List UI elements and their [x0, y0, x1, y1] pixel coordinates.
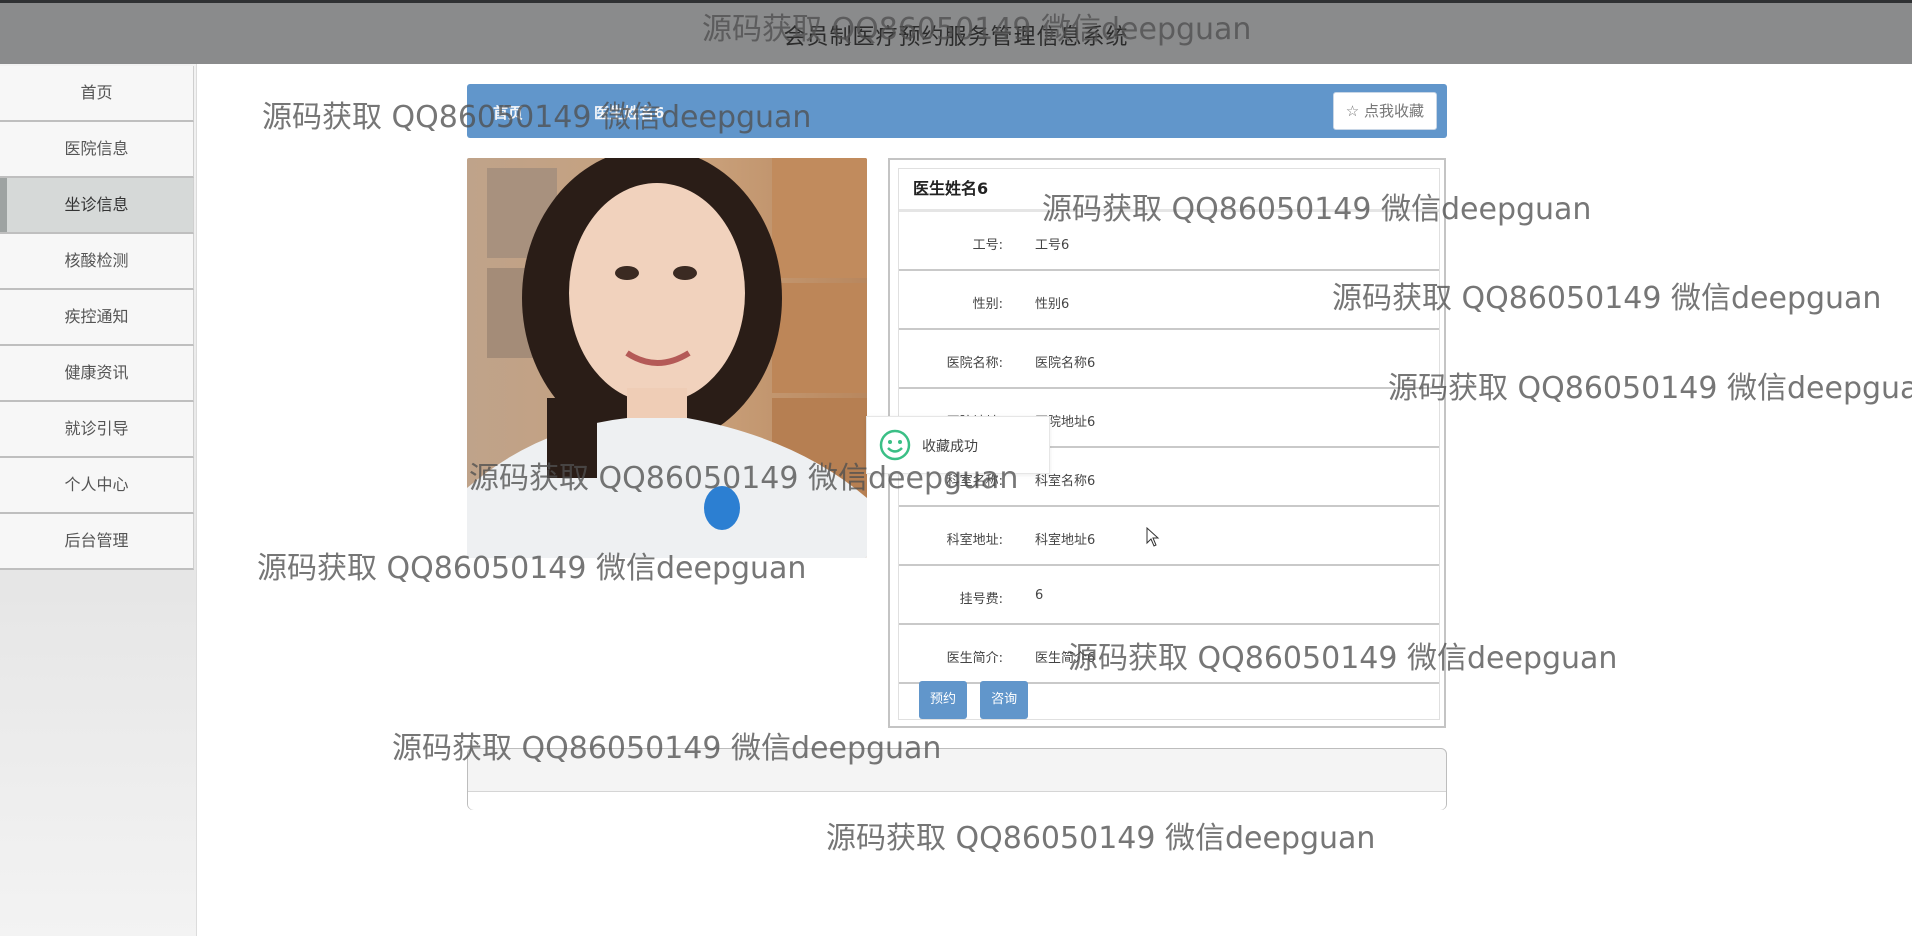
breadcrumb: 首页 医生姓名6 ☆ 点我收藏 — [467, 84, 1447, 138]
detail-value: 医院名称6 — [1035, 356, 1096, 371]
toast-message: 收藏成功 — [866, 416, 1050, 474]
watermark: 源码获取 QQ86050149 微信deepguan — [1388, 371, 1912, 406]
sidebar-item-home[interactable]: 首页 — [0, 66, 194, 122]
detail-row-gender: 性别: 性别6 — [899, 271, 1439, 330]
detail-value: 科室地址6 — [1035, 533, 1096, 548]
bottom-panel — [467, 748, 1447, 810]
favorite-button-label: 点我收藏 — [1363, 102, 1424, 120]
breadcrumb-home[interactable]: 首页 — [493, 102, 523, 123]
smile-icon — [879, 429, 911, 465]
sidebar-item-clinic-schedule[interactable]: 坐诊信息 — [0, 178, 194, 234]
breadcrumb-current: 医生姓名6 — [594, 104, 665, 122]
doctor-photo — [467, 158, 867, 558]
sidebar-item-health-news[interactable]: 健康资讯 — [0, 346, 194, 402]
sidebar-menu: 首页 医院信息 坐诊信息 核酸检测 疾控通知 健康资讯 就诊引导 个人中心 后台… — [0, 66, 194, 570]
detail-value: 医生简介6 — [1035, 651, 1096, 666]
detail-row-registration-fee: 挂号费: 6 — [899, 566, 1439, 625]
sidebar-item-admin[interactable]: 后台管理 — [0, 514, 194, 570]
watermark: 源码获取 QQ86050149 微信deepguan — [826, 821, 1376, 856]
toast-text: 收藏成功 — [922, 439, 978, 455]
book-button[interactable]: 预约 — [919, 681, 967, 719]
consult-button[interactable]: 咨询 — [980, 681, 1029, 719]
detail-key: 性别: — [972, 297, 1003, 312]
top-header: 会员制医疗预约服务管理信息系统 — [0, 0, 1912, 64]
detail-value: 性别6 — [1035, 297, 1070, 312]
detail-key: 挂号费: — [959, 592, 1003, 607]
detail-key: 工号: — [972, 238, 1003, 253]
mouse-cursor-icon — [1146, 526, 1160, 551]
system-title: 会员制医疗预约服务管理信息系统 — [783, 25, 1129, 50]
detail-row-introduction: 医生简介: 医生简介6 — [899, 625, 1439, 684]
favorite-button[interactable]: ☆ 点我收藏 — [1332, 92, 1437, 130]
star-outline-icon: ☆ — [1345, 102, 1360, 120]
detail-row-id: 工号: 工号6 — [899, 212, 1439, 271]
bottom-panel-body — [468, 791, 1446, 810]
detail-value: 6 — [1035, 588, 1044, 603]
sidebar-item-personal-center[interactable]: 个人中心 — [0, 458, 194, 514]
sidebar-item-hospital-info[interactable]: 医院信息 — [0, 122, 194, 178]
detail-key: 医生简介: — [946, 651, 1003, 666]
detail-key: 医院名称: — [946, 356, 1003, 371]
sidebar-item-cdc-notice[interactable]: 疾控通知 — [0, 290, 194, 346]
sidebar: 首页 医院信息 坐诊信息 核酸检测 疾控通知 健康资讯 就诊引导 个人中心 后台… — [0, 64, 197, 936]
sidebar-item-visit-guide[interactable]: 就诊引导 — [0, 402, 194, 458]
sidebar-item-nucleic-test[interactable]: 核酸检测 — [0, 234, 194, 290]
detail-row-hospital-name: 医院名称: 医院名称6 — [899, 330, 1439, 389]
detail-key: 科室地址: — [946, 533, 1003, 548]
action-bar: 预约 咨询 — [919, 681, 1036, 719]
detail-row-department-address: 科室地址: 科室地址6 — [899, 507, 1439, 566]
doctor-name: 医生姓名6 — [899, 169, 1439, 212]
detail-value: 工号6 — [1035, 238, 1070, 253]
